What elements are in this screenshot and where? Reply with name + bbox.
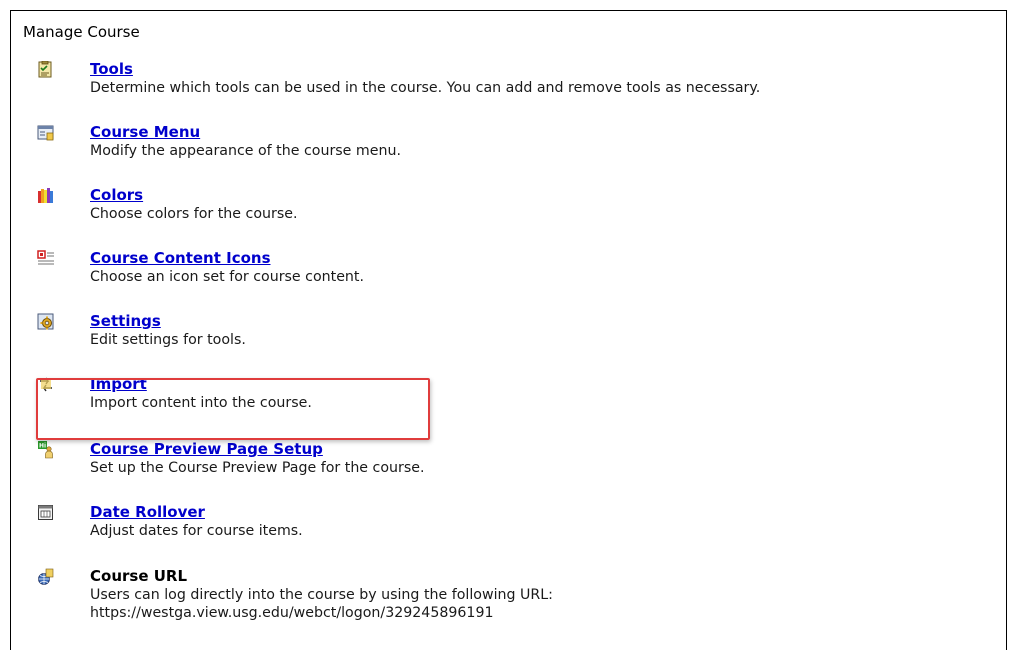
svg-text:Hi: Hi xyxy=(39,443,46,450)
settings-icon xyxy=(37,313,55,331)
course-url-description: Users can log directly into the course b… xyxy=(90,587,553,603)
course-menu-icon xyxy=(37,124,55,142)
list-item-import: Import Import content into the course. xyxy=(11,375,1001,428)
course-menu-description: Modify the appearance of the course menu… xyxy=(90,143,401,159)
globe-icon xyxy=(37,568,55,586)
panel-title: Manage Course xyxy=(23,23,140,41)
course-preview-page-setup-description: Set up the Course Preview Page for the c… xyxy=(90,460,425,476)
list-item-course-preview-page-setup: Hi Course Preview Page Setup Set up the … xyxy=(11,440,1001,493)
list-item-date-rollover: Date Rollover Adjust dates for course it… xyxy=(11,503,1001,556)
course-url-heading: Course URL xyxy=(90,567,188,585)
course-preview-page-setup-link[interactable]: Course Preview Page Setup xyxy=(90,440,323,458)
calendar-icon xyxy=(37,504,55,522)
course-preview-icon: Hi xyxy=(37,441,55,459)
import-link[interactable]: Import xyxy=(90,375,147,393)
list-item-tools: Tools Determine which tools can be used … xyxy=(11,60,1001,113)
manage-course-panel: Manage Course Tools Determine which tool… xyxy=(10,10,1007,650)
course-content-icons-icon xyxy=(37,250,55,268)
tools-icon xyxy=(37,61,55,79)
tools-description: Determine which tools can be used in the… xyxy=(90,80,761,96)
list-item-settings: Settings Edit settings for tools. xyxy=(11,312,1001,365)
colors-description: Choose colors for the course. xyxy=(90,206,298,222)
course-menu-link[interactable]: Course Menu xyxy=(90,123,200,141)
settings-description: Edit settings for tools. xyxy=(90,332,246,348)
colors-link[interactable]: Colors xyxy=(90,186,143,204)
course-url-value: https://westga.view.usg.edu/webct/logon/… xyxy=(90,605,494,621)
import-icon xyxy=(37,376,55,394)
tools-link[interactable]: Tools xyxy=(90,60,133,78)
course-content-icons-description: Choose an icon set for course content. xyxy=(90,269,364,285)
date-rollover-description: Adjust dates for course items. xyxy=(90,523,303,539)
date-rollover-link[interactable]: Date Rollover xyxy=(90,503,205,521)
import-description: Import content into the course. xyxy=(90,395,312,411)
list-item-colors: Colors Choose colors for the course. xyxy=(11,186,1001,239)
course-content-icons-link[interactable]: Course Content Icons xyxy=(90,249,271,267)
settings-link[interactable]: Settings xyxy=(90,312,161,330)
list-item-course-url: Course URL Users can log directly into t… xyxy=(11,567,1001,638)
colors-icon xyxy=(37,187,55,205)
list-item-course-menu: Course Menu Modify the appearance of the… xyxy=(11,123,1001,176)
list-item-course-content-icons: Course Content Icons Choose an icon set … xyxy=(11,249,1001,302)
